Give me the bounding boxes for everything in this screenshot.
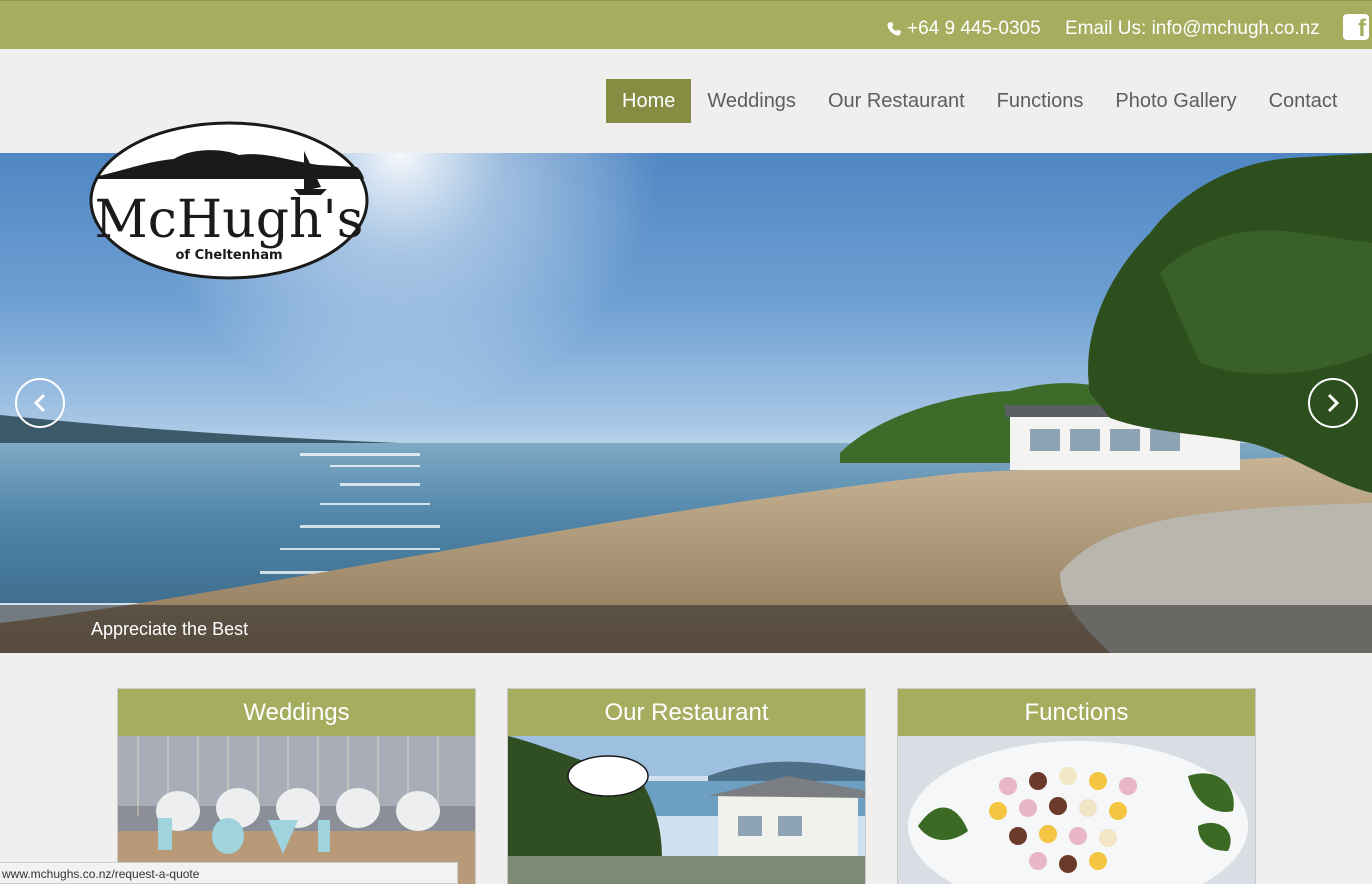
card-title-functions: Functions — [898, 689, 1255, 736]
main-nav: Home Weddings Our Restaurant Functions P… — [606, 79, 1354, 123]
nav-item-photo-gallery[interactable]: Photo Gallery — [1099, 79, 1252, 123]
card-functions[interactable]: Functions — [897, 688, 1256, 884]
phone-number: +64 9 445-0305 — [907, 18, 1041, 39]
site-logo[interactable]: McHugh's of Cheltenham — [89, 121, 369, 280]
slider-next-button[interactable] — [1308, 378, 1358, 428]
card-weddings[interactable]: Weddings — [117, 688, 476, 884]
card-our-restaurant[interactable]: Our Restaurant — [507, 688, 866, 884]
nav-item-home[interactable]: Home — [606, 79, 692, 123]
email-link[interactable]: Email Us: info@mchugh.co.nz — [1065, 18, 1320, 40]
nav-item-our-restaurant[interactable]: Our Restaurant — [812, 79, 981, 123]
chevron-right-icon — [1327, 393, 1340, 413]
facebook-icon[interactable]: f — [1343, 14, 1369, 41]
phone-link[interactable]: +64 9 445-0305 — [886, 18, 1041, 40]
slide-caption-bar: Appreciate the Best — [0, 605, 1372, 653]
nav-item-weddings[interactable]: Weddings — [691, 79, 812, 123]
logo-subtitle: of Cheltenham — [175, 248, 282, 263]
status-bar-url: www.mchughs.co.nz/request-a-quote — [0, 862, 458, 884]
functions-image — [898, 736, 1255, 884]
logo-wordmark: McHugh's — [95, 190, 364, 250]
logo-image: McHugh's of Cheltenham — [89, 121, 369, 280]
chevron-left-icon — [33, 393, 46, 413]
card-title-weddings: Weddings — [118, 689, 475, 736]
restaurant-image — [508, 736, 865, 884]
card-title-our-restaurant: Our Restaurant — [508, 689, 865, 736]
phone-icon — [887, 22, 901, 36]
slide-caption: Appreciate the Best — [91, 619, 249, 639]
slider-prev-button[interactable] — [15, 378, 65, 428]
top-bar: +64 9 445-0305 Email Us: info@mchugh.co.… — [0, 0, 1372, 49]
nav-item-contact[interactable]: Contact — [1253, 79, 1354, 123]
nav-item-functions[interactable]: Functions — [981, 79, 1100, 123]
